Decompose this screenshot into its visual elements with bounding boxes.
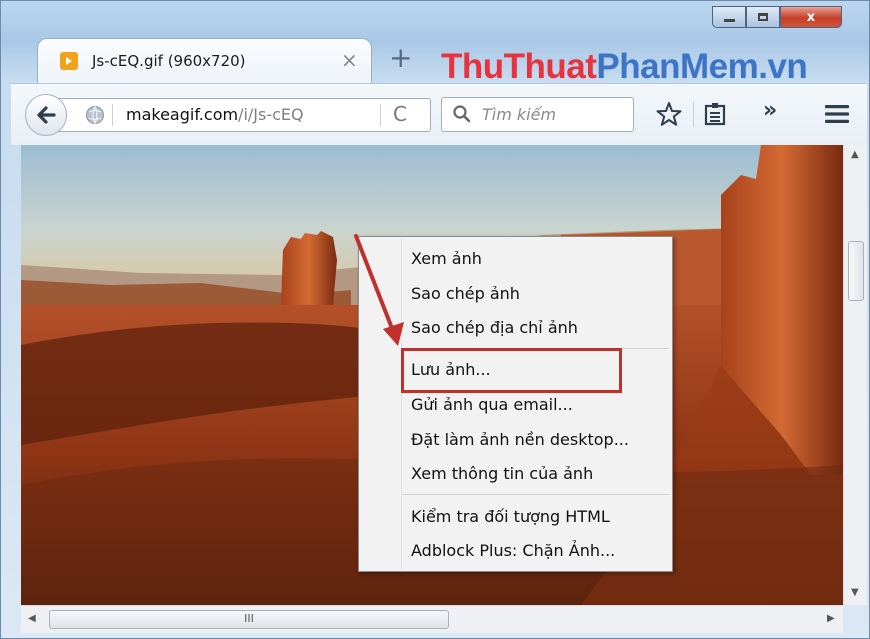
horizontal-scroll-thumb[interactable]: III: [49, 610, 449, 629]
tab-close-icon[interactable]: ×: [341, 48, 358, 72]
browser-window: x ThuThuatPhanMem.vn Js-cEQ.gif (960x720…: [0, 0, 870, 639]
window-controls: x: [712, 6, 842, 28]
globe-icon: [85, 105, 105, 129]
menu-item-email-image[interactable]: Gửi ảnh qua email...: [411, 395, 573, 414]
tab-active[interactable]: Js-cEQ.gif (960x720) ×: [37, 38, 372, 83]
scroll-up-icon[interactable]: ▲: [851, 149, 859, 160]
menu-item-adblock-block-image[interactable]: Adblock Plus: Chặn Ảnh...: [411, 541, 615, 560]
url-domain: makeagif.com: [126, 105, 239, 124]
menu-item-set-desktop-background[interactable]: Đặt làm ảnh nền desktop...: [411, 430, 629, 449]
menu-separator: [403, 494, 669, 495]
vertical-scroll-thumb[interactable]: [848, 241, 864, 301]
search-input[interactable]: Tìm kiếm: [482, 105, 556, 124]
maximize-icon: [758, 13, 768, 21]
minimize-button[interactable]: [712, 6, 746, 28]
minimize-icon: [723, 18, 735, 22]
menu-item-inspect-element[interactable]: Kiểm tra đối tượng HTML: [411, 507, 610, 526]
menu-item-view-image[interactable]: Xem ảnh: [411, 249, 482, 268]
reload-icon[interactable]: C: [393, 102, 407, 126]
horizontal-scrollbar[interactable]: ◀ III ▶: [21, 605, 843, 633]
search-box[interactable]: Tìm kiếm: [441, 97, 634, 132]
bookmark-star-icon[interactable]: [656, 101, 682, 131]
scroll-left-icon[interactable]: ◀: [28, 613, 36, 624]
watermark-part1: ThuThuat: [441, 47, 597, 86]
menu-item-copy-image-address[interactable]: Sao chép địa chỉ ảnh: [411, 318, 578, 337]
highlight-box: [401, 348, 622, 393]
close-window-button[interactable]: x: [780, 6, 842, 28]
hamburger-menu-icon[interactable]: [824, 103, 850, 129]
new-tab-button[interactable]: +: [389, 41, 412, 74]
back-button[interactable]: [25, 94, 67, 136]
watermark-logo: ThuThuatPhanMem.vn: [441, 47, 808, 87]
url-bar[interactable]: makeagif.com/i/Js-cEQ C: [47, 98, 431, 132]
overflow-chevron-icon[interactable]: »: [763, 98, 777, 123]
watermark-part2: PhanMem.vn: [596, 47, 808, 86]
gif-favicon-icon: [60, 52, 78, 70]
tab-title: Js-cEQ.gif (960x720): [92, 52, 246, 70]
toolbar-divider: [693, 101, 694, 127]
scroll-right-icon[interactable]: ▶: [827, 613, 835, 624]
scroll-grip: III: [244, 612, 254, 625]
scroll-down-icon[interactable]: ▼: [851, 587, 859, 598]
url-text[interactable]: makeagif.com/i/Js-cEQ: [126, 105, 304, 124]
menu-item-copy-image[interactable]: Sao chép ảnh: [411, 284, 520, 303]
close-icon: x: [806, 9, 816, 25]
maximize-button[interactable]: [746, 6, 780, 28]
menu-item-view-image-info[interactable]: Xem thông tin của ảnh: [411, 464, 593, 483]
search-icon: [452, 104, 472, 128]
annotation-arrow-icon: [354, 234, 404, 346]
url-path: /i/Js-cEQ: [238, 105, 304, 124]
url-divider: [112, 104, 113, 126]
vertical-scrollbar[interactable]: ▲ ▼: [843, 145, 867, 605]
back-arrow-icon: [37, 106, 56, 124]
reading-list-icon[interactable]: [703, 101, 727, 131]
url-divider-right: [380, 104, 381, 126]
